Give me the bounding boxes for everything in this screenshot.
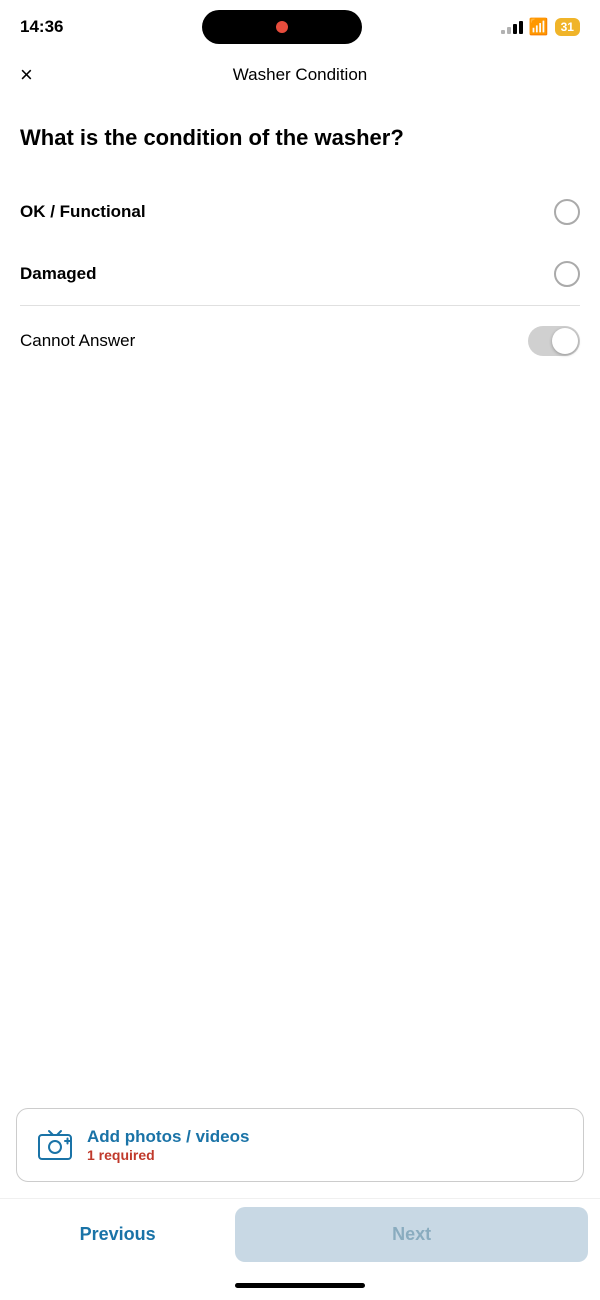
- required-label: 1 required: [87, 1147, 249, 1163]
- wifi-icon: 📶: [529, 17, 549, 37]
- option-ok-label: OK / Functional: [20, 202, 146, 222]
- signal-icon: [501, 21, 523, 34]
- page-title: Washer Condition: [233, 65, 368, 85]
- question-title: What is the condition of the washer?: [20, 124, 580, 153]
- option-ok-functional[interactable]: OK / Functional: [20, 181, 580, 243]
- status-time: 14:36: [20, 17, 63, 37]
- cannot-answer-label: Cannot Answer: [20, 331, 135, 351]
- cannot-answer-row: Cannot Answer: [20, 306, 580, 376]
- option-damaged[interactable]: Damaged: [20, 243, 580, 305]
- bottom-area: Add photos / videos 1 required Previous …: [0, 1108, 600, 1300]
- status-bar: 14:36 📶 31: [0, 0, 600, 50]
- add-photos-text-block: Add photos / videos 1 required: [87, 1127, 249, 1163]
- home-bar: [235, 1283, 365, 1288]
- cannot-answer-toggle[interactable]: [528, 326, 580, 356]
- dynamic-island: [202, 10, 362, 44]
- close-button[interactable]: ×: [20, 64, 33, 86]
- add-photos-label: Add photos / videos: [87, 1127, 249, 1147]
- main-content: What is the condition of the washer? OK …: [0, 100, 600, 376]
- status-right-icons: 📶 31: [501, 17, 580, 37]
- add-photos-button[interactable]: Add photos / videos 1 required: [16, 1108, 584, 1182]
- option-ok-radio[interactable]: [554, 199, 580, 225]
- previous-button[interactable]: Previous: [0, 1199, 235, 1270]
- option-damaged-label: Damaged: [20, 264, 97, 284]
- recording-indicator: [276, 21, 288, 33]
- battery-level: 31: [555, 18, 580, 36]
- navigation-bar: Previous Next: [0, 1198, 600, 1270]
- option-damaged-radio[interactable]: [554, 261, 580, 287]
- add-photo-icon: [37, 1127, 73, 1163]
- next-button[interactable]: Next: [235, 1207, 588, 1262]
- home-indicator: [0, 1270, 600, 1300]
- toggle-thumb: [552, 328, 578, 354]
- page-header: × Washer Condition: [0, 50, 600, 100]
